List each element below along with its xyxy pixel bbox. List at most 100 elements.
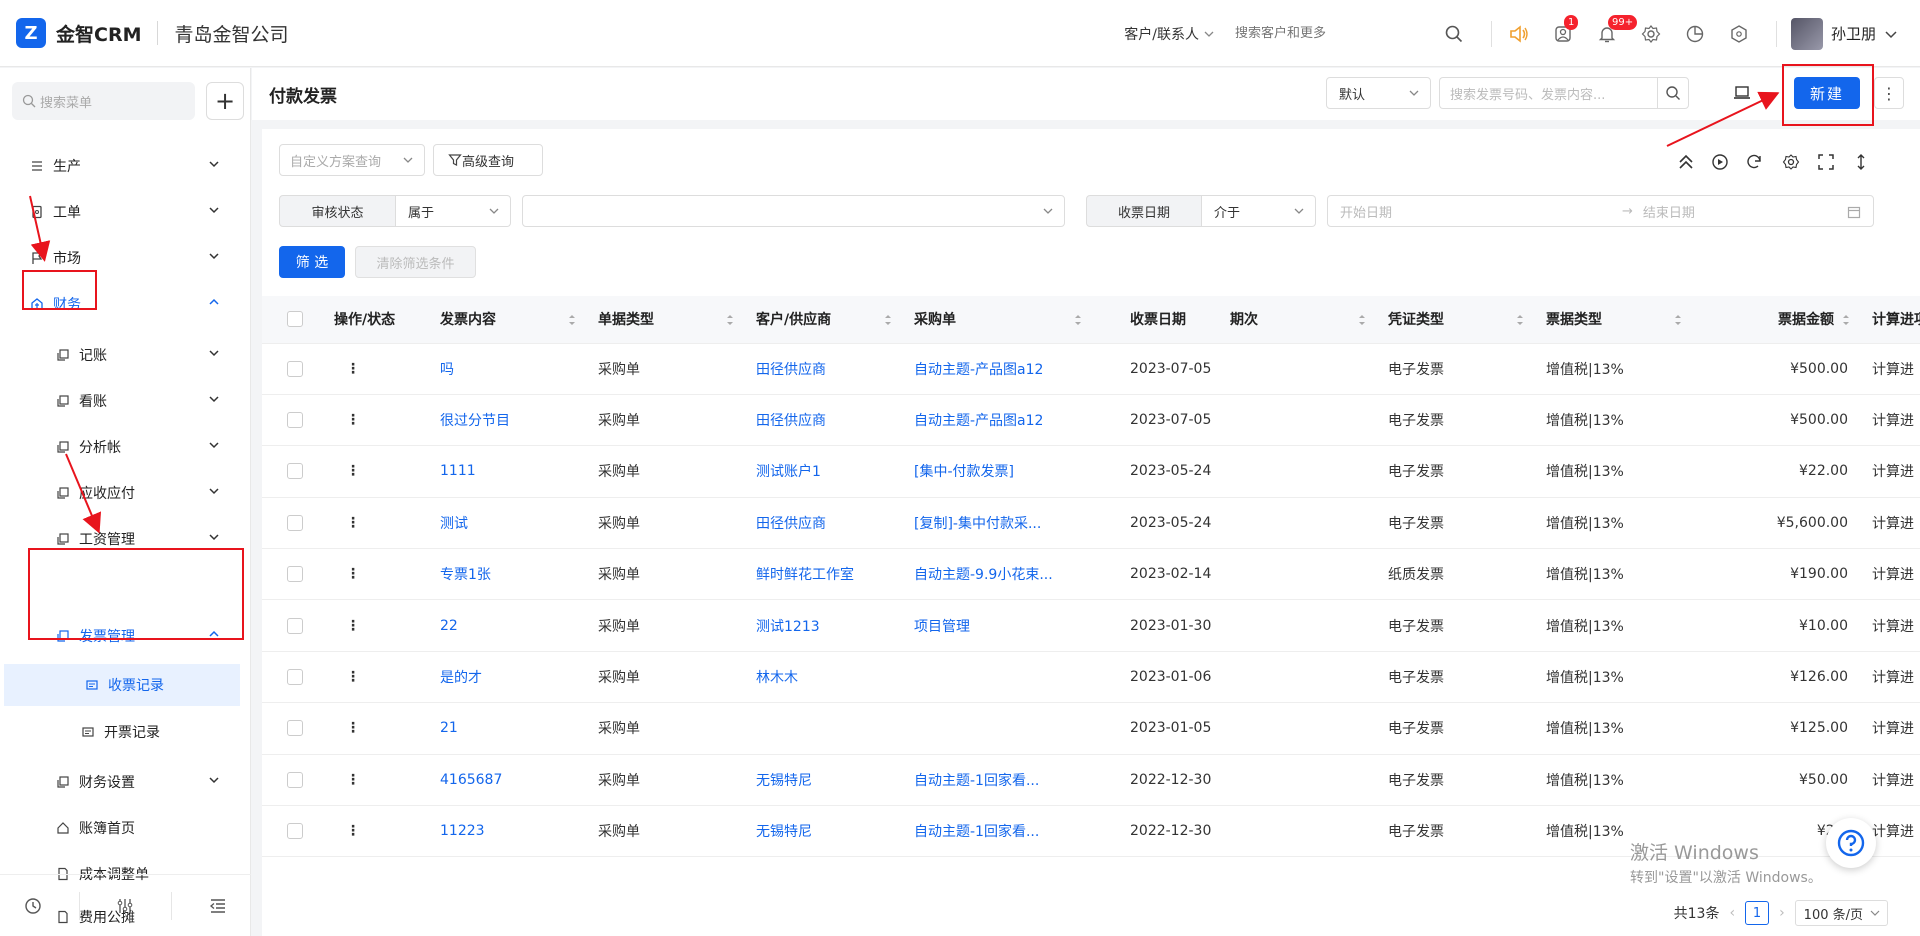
play-icon[interactable]: [1709, 151, 1731, 173]
column-header[interactable]: 票据类型: [1534, 296, 1692, 344]
table-cell-link[interactable]: 21: [428, 702, 586, 755]
row-actions-icon[interactable]: ⋮: [322, 445, 428, 498]
column-header[interactable]: 期次: [1218, 296, 1376, 344]
gear-icon[interactable]: [1780, 151, 1802, 173]
search-icon[interactable]: [1441, 21, 1467, 47]
page-size-select[interactable]: 100 条/页: [1794, 900, 1888, 926]
column-header[interactable]: 计算进项: [1860, 296, 1920, 344]
collapse-up-icon[interactable]: [1675, 151, 1697, 173]
table-row[interactable]: ⋮ 测试 采购单 田径供应商 [复制]-集中付款采... 2023-05-24 电子发票 增值…: [262, 497, 1920, 550]
sidebar-item-workorder[interactable]: 工单: [0, 193, 243, 231]
sidebar-item-finance-settings[interactable]: 财务设置: [0, 763, 243, 801]
table-row[interactable]: ⋮ 吗采购单 田径供应商 自动主题-产品图a12 2023-07-05 电子发票 增值税|1…: [262, 343, 1920, 395]
column-header[interactable]: 单据类型: [586, 296, 744, 344]
sidebar-item-issue-invoice-records[interactable]: 开票记录: [0, 713, 243, 751]
table-cell-link[interactable]: 自动主题-产品图a12: [902, 343, 1092, 395]
row-checkbox[interactable]: [262, 702, 322, 755]
cube-icon[interactable]: [1726, 21, 1752, 47]
row-actions-icon[interactable]: ⋮: [322, 394, 428, 447]
next-page-icon[interactable]: ›: [1779, 905, 1785, 921]
sidebar-item-analysis[interactable]: 分析帐: [0, 428, 243, 466]
sidebar-item-ledger-home[interactable]: 账簿首页: [0, 809, 243, 847]
audit-value-select[interactable]: [522, 195, 1065, 227]
new-button[interactable]: 新建: [1794, 77, 1860, 109]
table-cell-link[interactable]: 自动主题-1回家看...: [902, 754, 1092, 807]
sidebar-item-view-accounts[interactable]: 看账: [0, 382, 243, 420]
row-actions-icon[interactable]: ⋮: [322, 548, 428, 601]
company-name[interactable]: 青岛金智公司: [174, 20, 288, 47]
table-row[interactable]: ⋮ 4165687 采购单 无锡特尼 自动主题-1回家看... 2022-12-30 电子发…: [262, 754, 1920, 807]
table-cell-link[interactable]: 测试1213: [744, 599, 902, 652]
table-cell-link[interactable]: 鲜时鲜花工作室: [744, 548, 902, 601]
app-logo-icon[interactable]: Z: [16, 18, 46, 48]
table-cell-link[interactable]: [复制]-集中付款采...: [902, 497, 1092, 550]
collapse-menu-icon[interactable]: [198, 891, 238, 921]
page-number[interactable]: 1: [1745, 901, 1770, 925]
help-button[interactable]: [1826, 818, 1876, 868]
column-header[interactable]: 凭证类型: [1376, 296, 1534, 344]
message-icon[interactable]: 1: [1550, 14, 1579, 47]
table-row[interactable]: ⋮ 1111 采购单 测试账户1 [集中-付款发票] 2023-05-24 电子发票 增值税|…: [262, 445, 1920, 498]
user-name[interactable]: 孙卫朋: [1831, 23, 1876, 44]
sidebar-item-payroll[interactable]: 工资管理: [0, 520, 243, 558]
row-height-icon[interactable]: [1850, 151, 1872, 173]
row-actions-icon[interactable]: ⋮: [322, 805, 428, 858]
sidebar-item-receive-invoice-records[interactable]: 收票记录: [4, 664, 240, 706]
sidebar-item-finance[interactable]: 财务: [0, 285, 243, 323]
table-cell-link[interactable]: 4165687: [428, 754, 586, 807]
row-actions-icon[interactable]: ⋮: [322, 343, 428, 395]
row-actions-icon[interactable]: ⋮: [322, 702, 428, 755]
table-cell-link[interactable]: 测试账户1: [744, 445, 902, 498]
sidebar-item-production[interactable]: 生产: [0, 147, 243, 185]
sidebar-item-bookkeeping[interactable]: 记账: [0, 336, 243, 374]
table-cell-link[interactable]: 林木木: [744, 651, 902, 704]
table-cell-link[interactable]: 吗: [428, 343, 586, 395]
table-cell-link[interactable]: 很过分节目: [428, 394, 586, 447]
table-cell-link[interactable]: 11223: [428, 805, 586, 858]
table-cell-link[interactable]: 自动主题-9.9小花束...: [902, 548, 1092, 601]
invoice-search-input[interactable]: 搜索发票号码、发票内容...: [1439, 77, 1657, 109]
table-cell-link[interactable]: [集中-付款发票]: [902, 445, 1092, 498]
table-row[interactable]: ⋮ 22 采购单 测试1213 项目管理 2023-01-30 电子发票 增值税|13% ¥10…: [262, 599, 1920, 652]
date-operator-select[interactable]: 介于: [1202, 195, 1316, 227]
row-checkbox[interactable]: [262, 651, 322, 704]
table-cell-link[interactable]: 项目管理: [902, 599, 1092, 652]
select-all-checkbox[interactable]: [262, 296, 322, 344]
speaker-icon[interactable]: [1506, 21, 1532, 47]
date-range-picker[interactable]: 开始日期 → 结束日期: [1327, 195, 1874, 227]
search-scope-select[interactable]: 客户/联系人: [1124, 24, 1215, 44]
row-actions-icon[interactable]: ⋮: [322, 651, 428, 704]
table-cell-link[interactable]: 22: [428, 599, 586, 652]
row-checkbox[interactable]: [262, 754, 322, 807]
sidebar-item-receivable-payable[interactable]: 应收应付: [0, 474, 243, 512]
column-header[interactable]: 客户/供应商: [744, 296, 902, 344]
table-cell-link[interactable]: 田径供应商: [744, 394, 902, 447]
history-icon[interactable]: [13, 891, 53, 921]
prev-page-icon[interactable]: ‹: [1729, 905, 1735, 921]
clear-filter-button[interactable]: 清除筛选条件: [355, 246, 476, 278]
row-checkbox[interactable]: [262, 805, 322, 858]
table-row[interactable]: ⋮ 是的才 采购单 林木木 2023-01-06 电子发票 增值税|13% ¥126.00 计算…: [262, 651, 1920, 704]
refresh-icon[interactable]: [1743, 151, 1765, 173]
table-cell-link[interactable]: 无锡特尼: [744, 754, 902, 807]
pie-chart-icon[interactable]: [1682, 21, 1708, 47]
table-cell-link[interactable]: 自动主题-产品图a12: [902, 394, 1092, 447]
table-row[interactable]: ⋮ 很过分节目 采购单 田径供应商 自动主题-产品图a12 2023-07-05 电子发票增…: [262, 394, 1920, 447]
laptop-icon[interactable]: [1730, 81, 1754, 105]
sliders-icon[interactable]: [105, 891, 145, 921]
gear-icon[interactable]: [1638, 21, 1664, 47]
row-checkbox[interactable]: [262, 548, 322, 601]
add-menu-button[interactable]: +: [206, 82, 244, 120]
column-header[interactable]: 采购单: [902, 296, 1092, 344]
table-cell-link[interactable]: 测试: [428, 497, 586, 550]
row-actions-icon[interactable]: ⋮: [322, 754, 428, 807]
table-cell-link[interactable]: 无锡特尼: [744, 805, 902, 858]
table-cell-link[interactable]: [902, 651, 1092, 704]
row-actions-icon[interactable]: ⋮: [322, 497, 428, 550]
custom-query-select[interactable]: 自定义方案查询: [279, 144, 425, 176]
end-date-input[interactable]: 结束日期: [1643, 202, 1695, 221]
menu-search-input[interactable]: 搜索菜单: [12, 82, 195, 120]
column-header[interactable]: 收票日期: [1092, 296, 1218, 344]
audit-operator-select[interactable]: 属于: [396, 195, 511, 227]
row-actions-icon[interactable]: ⋮: [322, 599, 428, 652]
